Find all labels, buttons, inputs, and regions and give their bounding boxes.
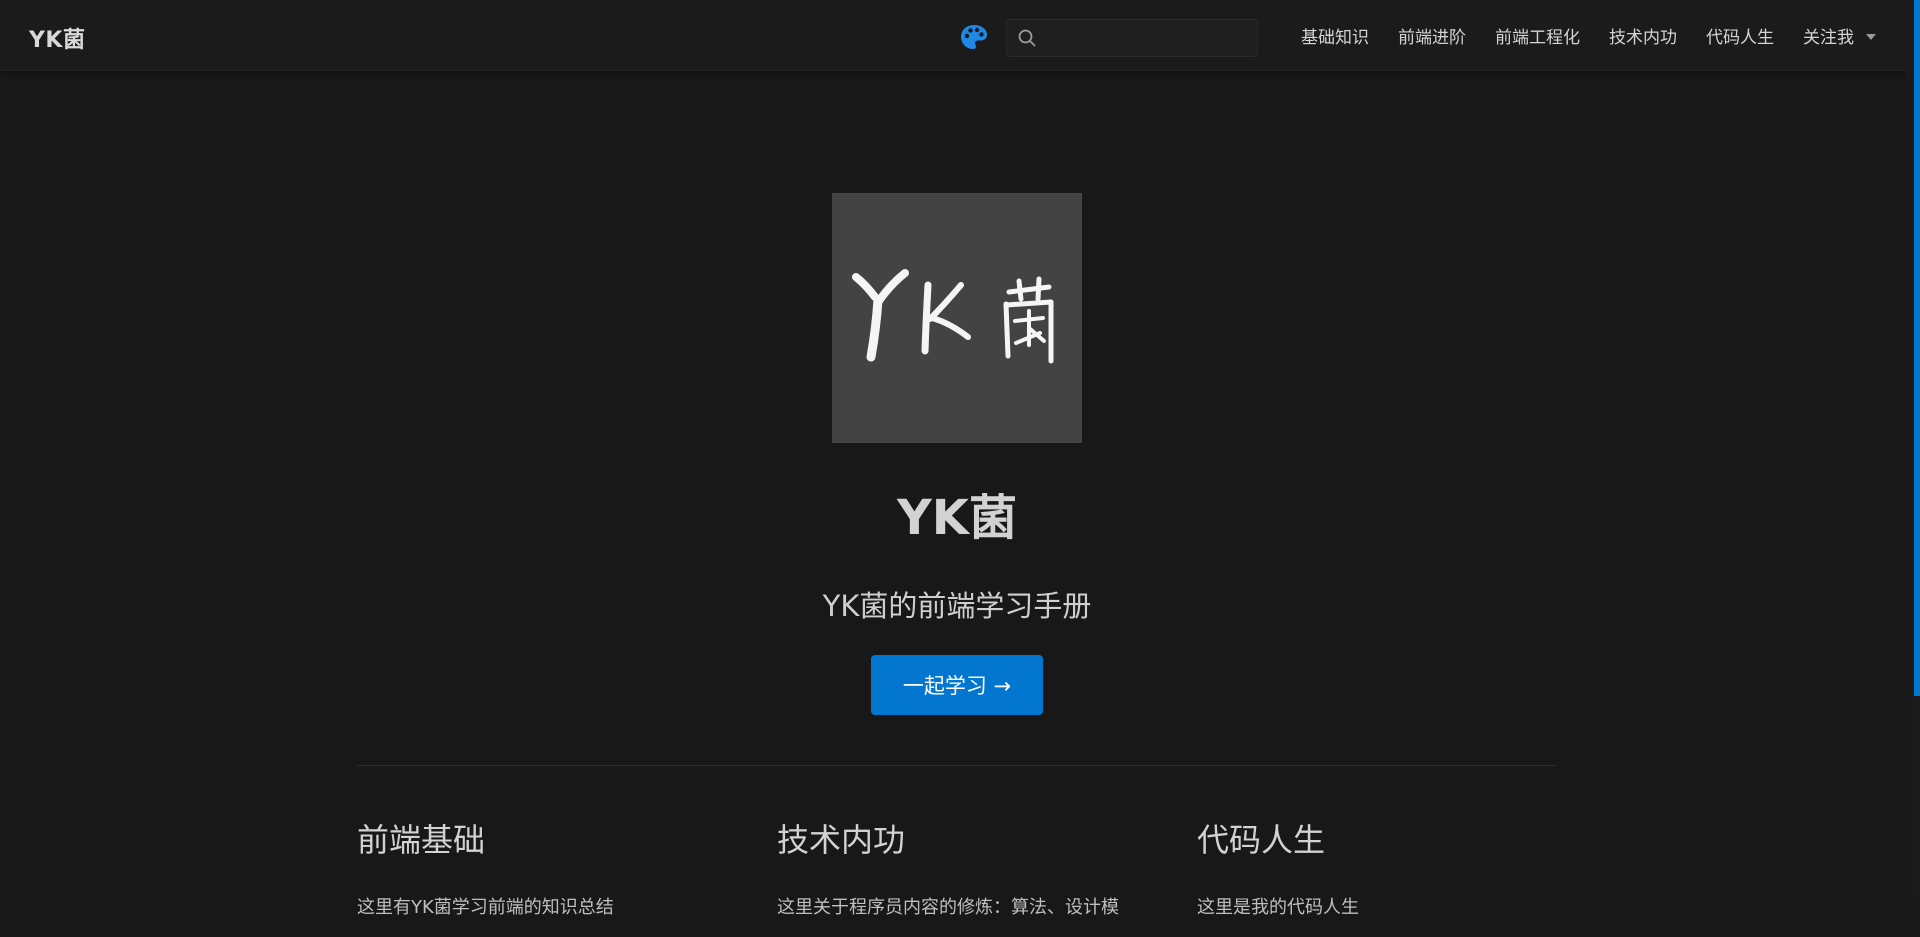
search-icon [1017,28,1037,48]
search-input[interactable] [1043,24,1249,52]
feature-tech-skills: 技术内功 这里关于程序员内容的修炼：算法、设计模 [777,815,1157,937]
feature-title: 技术内功 [777,821,906,859]
scrollbar[interactable] [1906,0,1920,902]
nav-item-basics[interactable]: 基础知识 [1301,23,1369,48]
scrollbar-thumb[interactable] [1914,0,1920,696]
hero-logo-image [832,193,1082,443]
feature-frontend-basics: 前端基础 这里有YK菌学习前端的知识总结 [357,815,737,937]
site-name[interactable]: YK菌 [29,22,85,54]
nav-links: 基础知识 前端进阶 前端工程化 技术内功 代码人生 关注我 [1272,0,1876,71]
search-box [1006,19,1258,57]
feature-details: 这里是我的代码人生 [1197,897,1359,918]
hero-description: YK菌的前端学习手册 [822,589,1092,623]
start-learning-button[interactable]: 一起学习 → [871,655,1043,715]
feature-code-life: 代码人生 这里是我的代码人生 [1197,815,1577,937]
nav-item-engineering[interactable]: 前端工程化 [1495,23,1580,48]
divider [357,765,1557,766]
hero-logo-lettering [852,269,1054,364]
nav-dropdown-label: 关注我 [1803,28,1854,48]
feature-details: 这里有YK菌学习前端的知识总结 [357,897,614,918]
palette-icon[interactable] [960,24,988,50]
feature-title: 前端基础 [357,821,486,859]
nav-item-code-life[interactable]: 代码人生 [1706,23,1774,48]
nav-item-advanced[interactable]: 前端进阶 [1398,23,1466,48]
feature-title: 代码人生 [1197,821,1326,859]
nav-item-fundamentals[interactable]: 技术内功 [1609,23,1677,48]
navbar: YK菌 基础知识 前端进阶 前端工程化 技术内功 代码人生 关注我 [0,0,1906,71]
feature-details: 这里关于程序员内容的修炼：算法、设计模 [777,897,1119,918]
chevron-down-icon [1866,33,1876,40]
nav-dropdown-follow[interactable]: 关注我 [1803,23,1876,48]
hero-title: YK菌 [897,490,1017,546]
